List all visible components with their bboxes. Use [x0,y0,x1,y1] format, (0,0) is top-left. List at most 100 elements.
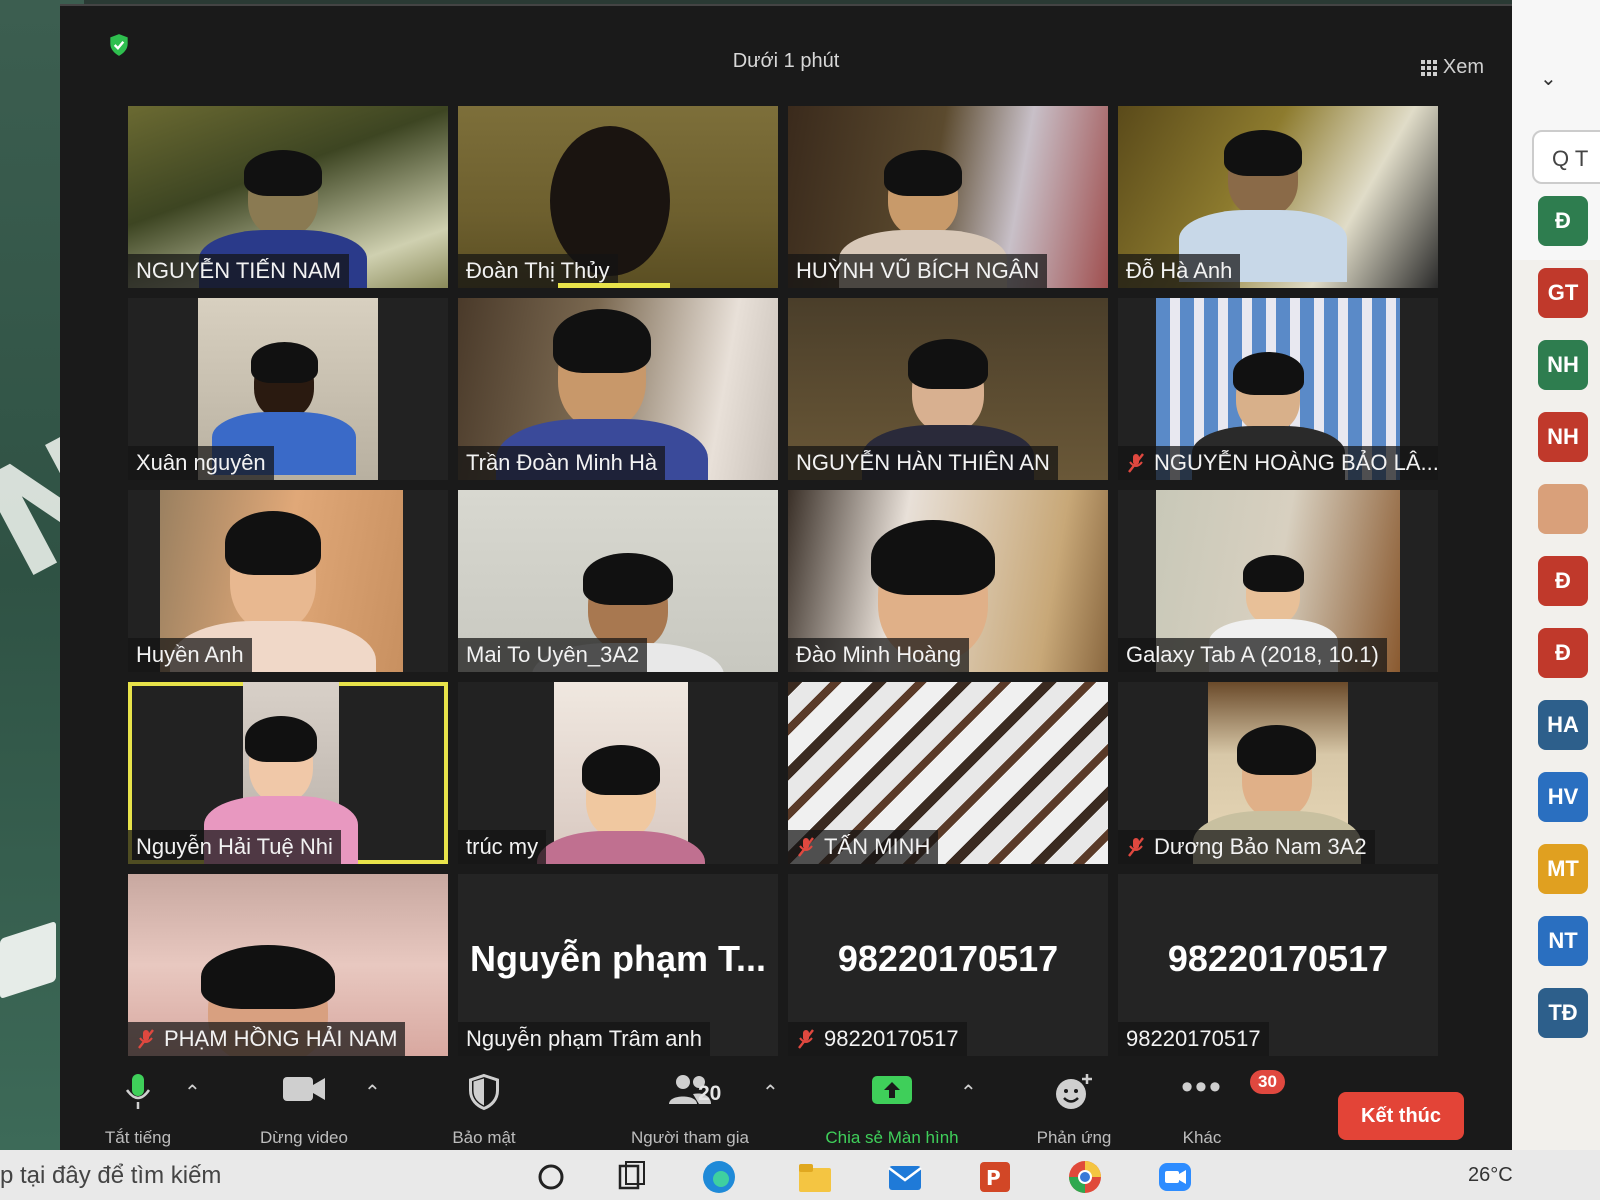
contact-avatar[interactable] [1538,484,1588,534]
participant-name-tag: Dương Bảo Nam 3A2 [1118,830,1375,864]
contact-avatar[interactable]: HV [1538,772,1588,822]
zoom-meeting-window: Dưới 1 phút Xem NGUYỄN TIẾN NAM Đoàn Thị… [60,4,1512,1150]
participant-name-tag: 98220170517 [788,1022,967,1056]
video-tile[interactable]: Trần Đoàn Minh Hà [458,298,778,480]
participant-name-tag: 98220170517 [1118,1022,1269,1056]
video-tile[interactable]: Huyền Anh [128,490,448,672]
share-options-chevron-icon[interactable]: ⌃ [960,1080,977,1105]
participant-name-tag: HUỲNH VŨ BÍCH NGÂN [788,254,1048,288]
chevron-down-icon[interactable]: ⌄ [1540,66,1557,91]
microphone-icon [125,1074,151,1109]
video-tile[interactable]: Dương Bảo Nam 3A2 [1118,682,1438,864]
video-tile[interactable]: 98220170517 98220170517 [1118,874,1438,1056]
video-tile[interactable]: NGUYỄN TIẾN NAM [128,106,448,288]
contact-avatar[interactable]: HA [1538,700,1588,750]
video-tile[interactable]: PHẠM HỒNG HẢI NAM [128,874,448,1056]
participant-name-tag: NGUYỄN HOÀNG BẢO LÂ... [1118,446,1438,480]
participant-name-tag: Xuân nguyên [128,446,274,480]
meeting-timer: Dưới 1 phút [732,50,840,72]
contact-avatar[interactable]: NT [1538,916,1588,966]
desktop-decoration-card [0,920,56,1000]
participants-button[interactable]: 20 Người tham gia [631,1072,749,1147]
chat-side-panel: ⌄ Q T Đ GT NH NH Đ Đ HA HV MT NT TĐ [1512,0,1600,1150]
view-button[interactable]: Xem [1420,56,1484,79]
video-tile[interactable]: Nguyễn Hải Tuệ Nhi [128,682,448,864]
zoom-app-icon[interactable] [1156,1158,1194,1196]
end-meeting-button[interactable]: Kết thúc [1338,1092,1464,1140]
gallery-grid-icon [1420,59,1437,76]
reaction-smiley-icon [1056,1074,1092,1109]
participant-name-tag: Nguyễn phạm Trâm anh [458,1022,711,1056]
participant-name-tag: NGUYỄN HÀN THIÊN AN [788,446,1058,480]
mute-button[interactable]: Tắt tiếng [105,1072,171,1147]
video-tile[interactable]: HUỲNH VŨ BÍCH NGÂN [788,106,1108,288]
more-button[interactable]: ••• 30 Khác [1180,1070,1285,1147]
video-tile[interactable]: Nguyễn phạm T... Nguyễn phạm Trâm anh [458,874,778,1056]
video-tile[interactable]: NGUYỄN HÀN THIÊN AN [788,298,1108,480]
more-dots-icon: ••• [1181,1068,1223,1106]
contact-avatar[interactable]: MT [1538,844,1588,894]
video-tile[interactable]: NGUYỄN HOÀNG BẢO LÂ... [1118,298,1438,480]
notification-badge: 30 [1250,1070,1285,1094]
more-button-label: Khác [1182,1128,1222,1147]
video-tile[interactable]: Đào Minh Hoàng [788,490,1108,672]
task-view-icon[interactable] [612,1158,650,1196]
mute-button-label: Tắt tiếng [104,1128,172,1147]
participant-name-tag: Mai To Uyên_3A2 [458,638,648,672]
contact-avatar[interactable]: Đ [1538,628,1588,678]
video-tile[interactable]: Đoàn Thị Thủy [458,106,778,288]
meeting-toolbar: Tắt tiếng ⌃ Dừng video ⌃ Bảo mật 20 Ngườ… [60,1066,1512,1150]
weather-temperature: 26°C [1468,1164,1513,1186]
stop-video-button-label: Dừng video [260,1128,348,1147]
participant-name-tag: Đỗ Hà Anh [1118,254,1241,288]
video-tile[interactable]: trúc my [458,682,778,864]
contact-avatar[interactable]: Đ [1538,196,1588,246]
share-screen-button[interactable]: Chia sẻ Màn hình [825,1072,959,1147]
muted-mic-icon [1128,453,1144,473]
participant-name-tag: Nguyễn Hải Tuệ Nhi [128,830,341,864]
muted-mic-icon [798,837,814,857]
stop-video-button[interactable]: Dừng video [260,1072,348,1147]
participant-name-tag: PHẠM HỒNG HẢI NAM [128,1022,406,1056]
edge-browser-icon[interactable] [700,1158,738,1196]
participant-display-name: 98220170517 [837,938,1059,979]
muted-mic-icon [138,1029,154,1049]
contact-avatar[interactable]: NH [1538,412,1588,462]
participant-name-tag: trúc my [458,830,547,864]
security-button-label: Bảo mật [452,1128,516,1147]
file-explorer-icon[interactable] [796,1158,834,1196]
start-search-icon[interactable] [532,1158,570,1196]
windows-taskbar: p tại đây để tìm kiếm P 26°C [0,1150,1600,1200]
contact-avatar[interactable]: Đ [1538,556,1588,606]
security-shield-icon [469,1073,499,1111]
mail-icon[interactable] [886,1158,924,1196]
participants-button-label: Người tham gia [631,1128,749,1147]
participant-name-tag: Galaxy Tab A (2018, 10.1) [1118,638,1387,672]
meeting-top-bar: Dưới 1 phút Xem [60,6,1512,98]
audio-options-chevron-icon[interactable]: ⌃ [184,1080,201,1105]
side-panel-search[interactable]: Q T [1532,130,1600,184]
video-tile[interactable]: TẤN MINH [788,682,1108,864]
powerpoint-icon[interactable]: P [976,1158,1014,1196]
taskbar-search-box[interactable]: p tại đây để tìm kiếm [0,1162,221,1190]
participant-name-tag: TẤN MINH [788,830,939,864]
participants-options-chevron-icon[interactable]: ⌃ [762,1080,779,1105]
contact-avatar[interactable]: GT [1538,268,1588,318]
video-tile[interactable]: Đỗ Hà Anh [1118,106,1438,288]
participant-name-tag: Đào Minh Hoàng [788,638,970,672]
chrome-icon[interactable] [1066,1158,1104,1196]
muted-mic-icon [798,1029,814,1049]
video-tile[interactable]: 98220170517 98220170517 [788,874,1108,1056]
participant-name-tag: Huyền Anh [128,638,252,672]
contact-avatar[interactable]: TĐ [1538,988,1588,1038]
share-screen-icon [872,1076,912,1104]
video-tile[interactable]: Xuân nguyên [128,298,448,480]
video-options-chevron-icon[interactable]: ⌃ [364,1080,381,1105]
participant-name-tag: NGUYỄN TIẾN NAM [128,254,349,288]
reactions-button-label: Phản ứng [1036,1128,1112,1147]
reactions-button[interactable]: Phản ứng [1037,1072,1111,1147]
contact-avatar[interactable]: NH [1538,340,1588,390]
video-tile[interactable]: Galaxy Tab A (2018, 10.1) [1118,490,1438,672]
video-tile[interactable]: Mai To Uyên_3A2 [458,490,778,672]
security-button[interactable]: Bảo mật [452,1072,516,1147]
